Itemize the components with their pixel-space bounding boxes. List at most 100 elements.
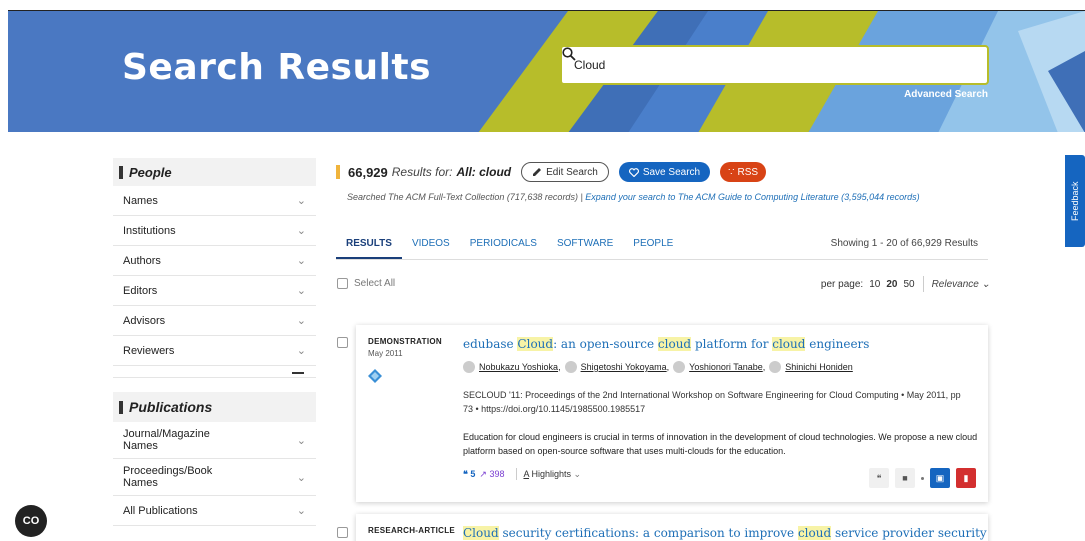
per-page-option-10[interactable]: 10 (869, 279, 880, 290)
title-part: engineers (805, 337, 870, 351)
author-link[interactable]: Shinichi Honiden (769, 361, 853, 373)
separator-dot (921, 476, 924, 480)
chevron-down-icon: ⌄ (296, 505, 306, 517)
collapse-people-button[interactable] (113, 366, 316, 378)
chevron-down-icon: ⌄ (296, 434, 306, 447)
expand-search-link[interactable]: Expand your search to The ACM Guide to C… (585, 192, 919, 202)
sidebar-item-authors[interactable]: Authors ⌄ (113, 246, 316, 276)
author-link[interactable]: Nobukazu Yoshioka, (463, 361, 561, 373)
sidebar-item-label: Names (123, 194, 158, 207)
avatar (673, 361, 686, 373)
save-search-button[interactable]: Save Search (618, 162, 711, 182)
publications-heading: Publications (113, 392, 316, 422)
tab-periodicals[interactable]: PERIODICALS (460, 238, 547, 249)
tab-people[interactable]: PEOPLE (623, 238, 683, 249)
sidebar-item-label: Proceedings/Book Names (123, 465, 213, 489)
tab-software[interactable]: SOFTWARE (547, 238, 623, 249)
sidebar-item-names[interactable]: Names ⌄ (113, 186, 316, 216)
results-tabs: RESULTS VIDEOS PERIODICALS SOFTWARE PEOP… (336, 228, 988, 260)
search-input[interactable] (562, 47, 951, 83)
sidebar-item-proceedings-names[interactable]: Proceedings/Book Names ⌄ (113, 459, 316, 496)
sidebar-item-label: All Publications (123, 504, 198, 517)
author-name: Shinichi Honiden (785, 362, 853, 372)
rss-label: RSS (737, 166, 759, 178)
result-abstract: Education for cloud engineers is crucial… (463, 432, 978, 456)
tab-videos[interactable]: VIDEOS (402, 238, 460, 249)
chevron-down-icon: ⌄ (573, 468, 582, 479)
avatar (769, 361, 782, 373)
acm-diamond-icon (368, 369, 382, 388)
tab-results[interactable]: RESULTS (336, 238, 402, 259)
searched-collection-text: Searched The ACM Full-Text Collection (7… (347, 192, 920, 202)
trend-icon: ↗ (479, 468, 487, 479)
sidebar-item-institutions[interactable]: Institutions ⌄ (113, 216, 316, 246)
result-metrics: ❝ 5 ↗ 398 A Highlights ⌄ (463, 468, 581, 480)
full-text-button[interactable]: ▣ (930, 468, 950, 488)
author-link[interactable]: Shigetoshi Yokoyama, (564, 361, 669, 373)
results-for-label: Results for: (391, 165, 453, 179)
downloads-value: 398 (489, 468, 505, 479)
advanced-search-link[interactable]: Advanced Search (904, 89, 988, 100)
sidebar-item-label: Advisors (123, 314, 166, 327)
result-title-link[interactable]: edubase Cloud: an open-source cloud plat… (463, 337, 869, 351)
downloads-count: ↗ 398 (479, 469, 504, 480)
author-link[interactable]: Yoshionori Tanabe, (673, 361, 765, 373)
rss-button[interactable]: ∵ RSS (720, 162, 767, 182)
publications-heading-label: Publications (129, 399, 213, 415)
select-all-checkbox[interactable] (337, 278, 348, 289)
title-part: service provider security (831, 526, 987, 540)
quote-icon: ❝ (463, 468, 468, 479)
pdf-button[interactable]: ▮ (956, 468, 976, 488)
avatar (564, 361, 577, 373)
result-checkbox[interactable] (337, 337, 348, 348)
title-highlight: cloud (657, 337, 692, 351)
chevron-down-icon: ⌄ (296, 195, 306, 207)
cookie-icon: CO (22, 515, 40, 527)
sidebar-item-all-publications[interactable]: All Publications ⌄ (113, 496, 316, 526)
author-list: Nobukazu Yoshioka, Shigetoshi Yokoyama, … (463, 361, 857, 373)
citations-count: ❝ 5 (463, 469, 475, 480)
sort-dropdown[interactable]: Relevance ⌄ (932, 279, 990, 290)
heading-bar (119, 165, 123, 179)
result-actions: ❝ ■ ▣ ▮ (863, 468, 976, 488)
page-title: Search Results (122, 47, 432, 88)
per-page-option-20[interactable]: 20 (886, 279, 897, 290)
title-highlight: Cloud (463, 526, 499, 540)
cookie-settings-button[interactable]: CO (15, 505, 47, 537)
people-heading-label: People (129, 164, 172, 180)
result-checkbox[interactable] (337, 527, 348, 538)
sort-label: Relevance (931, 278, 979, 290)
folder-icon: ■ (902, 473, 908, 483)
search-banner: Search Results Advanced Search (8, 10, 1085, 132)
add-to-binder-button[interactable]: ■ (895, 468, 915, 488)
select-all[interactable]: Select All (337, 278, 395, 289)
chevron-down-icon: ⌄ (296, 255, 306, 267)
title-highlight: Cloud (517, 337, 554, 351)
sidebar-item-reviewers[interactable]: Reviewers ⌄ (113, 336, 316, 366)
feedback-label: Feedback (1070, 181, 1080, 221)
sidebar-item-advisors[interactable]: Advisors ⌄ (113, 306, 316, 336)
minus-icon (292, 372, 304, 374)
sidebar-item-journal-names[interactable]: Journal/Magazine Names ⌄ (113, 422, 316, 459)
chevron-down-icon: ⌄ (296, 345, 306, 357)
result-card: RESEARCH-ARTICLE Cloud security certific… (356, 514, 988, 541)
quote-icon: ❝ (876, 472, 882, 483)
chevron-down-icon: ⌄ (296, 315, 306, 327)
result-title-link[interactable]: Cloud security certifications: a compari… (463, 526, 987, 540)
heading-bar (119, 400, 123, 414)
search-button[interactable] (562, 47, 987, 83)
cite-button[interactable]: ❝ (869, 468, 889, 488)
results-query: All: cloud (456, 165, 512, 179)
feedback-tab[interactable]: Feedback (1065, 155, 1085, 247)
result-date: May 2011 (368, 349, 403, 358)
divider (922, 276, 924, 292)
highlights-dropdown[interactable]: A Highlights ⌄ (523, 469, 581, 480)
sidebar-item-editors[interactable]: Editors ⌄ (113, 276, 316, 306)
citations-value: 5 (470, 468, 476, 479)
edit-search-button[interactable]: Edit Search (521, 162, 609, 182)
chevron-down-icon: ⌄ (296, 471, 306, 484)
document-icon: ▣ (935, 472, 945, 483)
per-page-option-50[interactable]: 50 (903, 279, 914, 290)
chevron-down-icon: ⌄ (296, 285, 306, 297)
title-highlight: cloud (797, 526, 832, 540)
